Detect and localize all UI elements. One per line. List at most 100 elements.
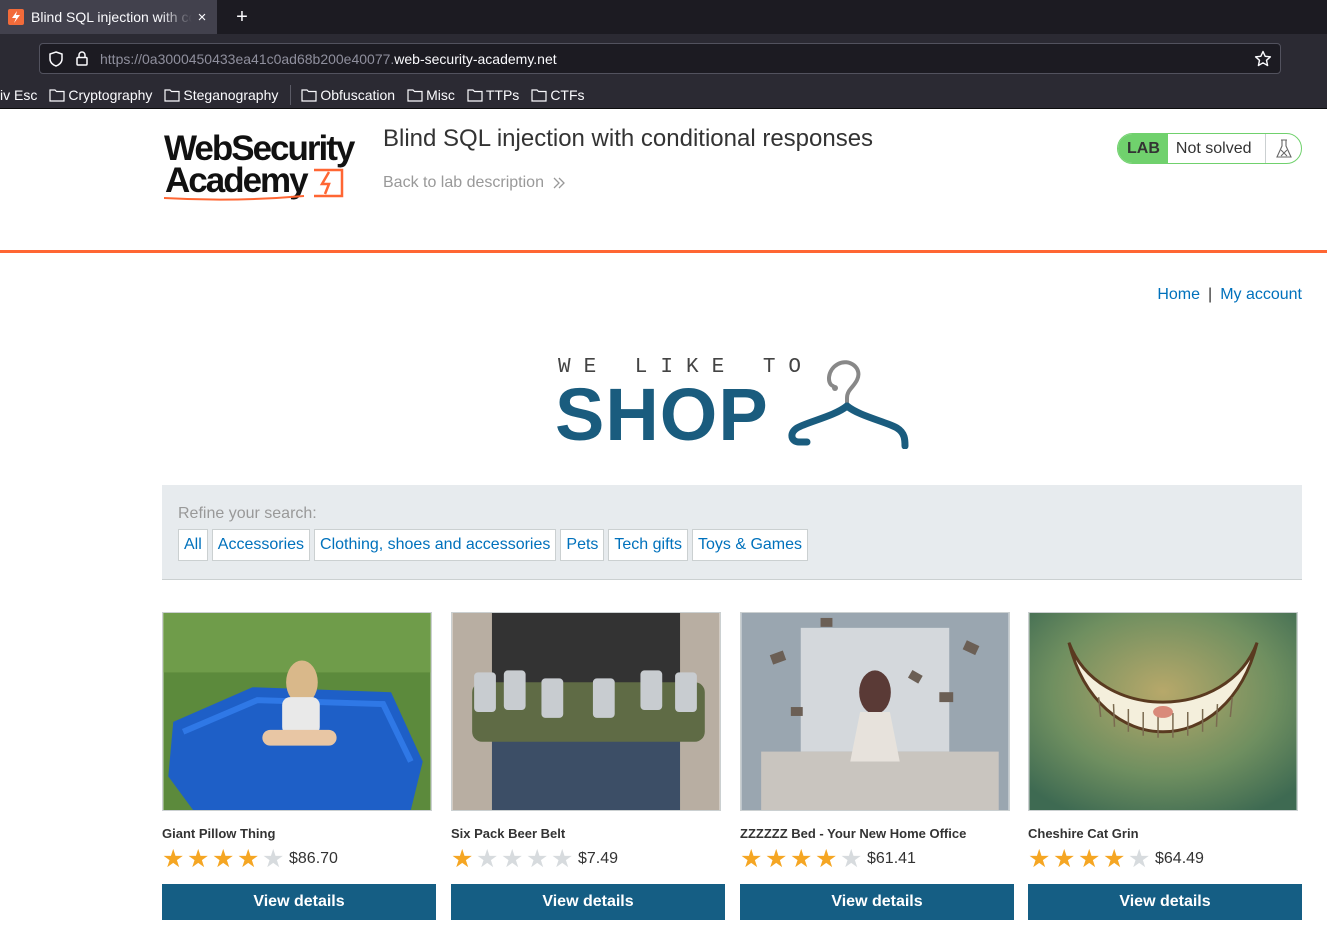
star-filled-icon: ★ [1028, 845, 1051, 873]
star-filled-icon: ★ [765, 845, 788, 873]
lab-status-widget: LAB Not solved [1117, 133, 1302, 164]
star-filled-icon: ★ [451, 845, 474, 873]
star-empty-icon: ★ [476, 845, 499, 873]
view-details-button[interactable]: View details [451, 884, 725, 920]
lock-icon[interactable] [74, 51, 90, 67]
bookmark-label: Steganography [183, 87, 279, 103]
browser-tab-bar: Blind SQL injection with conditional res… [0, 0, 1327, 34]
new-tab-button[interactable]: + [232, 5, 252, 29]
product-card: Giant Pillow Thing ★ ★ ★ ★ ★ $86.70 View det… [162, 612, 436, 920]
cheshire-cat-image[interactable] [1028, 612, 1298, 811]
star-empty-icon: ★ [551, 845, 574, 873]
lab-badge: LAB [1118, 134, 1168, 163]
folder-icon [467, 89, 483, 102]
bookmark-misc[interactable]: Misc [407, 87, 455, 103]
star-filled-icon: ★ [790, 845, 813, 873]
star-empty-icon: ★ [526, 845, 549, 873]
shop-banner: WE LIKE TO SHOP [555, 352, 910, 452]
view-details-button[interactable]: View details [740, 884, 1014, 920]
bookmark-star-icon[interactable] [1254, 50, 1272, 68]
bookmark-label: TTPs [485, 87, 520, 103]
product-name: ZZZZZZ Bed - Your New Home Office [740, 826, 967, 841]
product-name: Cheshire Cat Grin [1028, 826, 1139, 841]
star-filled-icon: ★ [740, 845, 763, 873]
bookmark-ctfs[interactable]: CTFs [531, 87, 585, 103]
shield-icon[interactable] [48, 50, 64, 67]
product-card: Six Pack Beer Belt ★ ★ ★ ★ ★ $7.49 View deta… [451, 612, 725, 920]
filter-clothing[interactable]: Clothing, shoes and accessories [314, 529, 557, 561]
star-filled-icon: ★ [1103, 845, 1126, 873]
product-name: Six Pack Beer Belt [451, 826, 566, 841]
back-link-label: Back to lab description [383, 174, 544, 191]
star-empty-icon: ★ [501, 845, 524, 873]
bookmark-cryptography[interactable]: Cryptography [49, 87, 152, 103]
top-nav: Home | My account [1157, 286, 1302, 304]
nav-separator: | [1208, 286, 1213, 303]
filter-label: Refine your search: [178, 505, 317, 522]
filter-tech-gifts[interactable]: Tech gifts [608, 529, 688, 561]
filter-accessories[interactable]: Accessories [211, 529, 311, 561]
product-rating-row: ★ ★ ★ ★ ★ $7.49 [451, 846, 725, 872]
product-card: ZZZZZZ Bed - Your New Home Office ★ ★ ★ ★ ★ … [740, 612, 1014, 920]
folder-icon [301, 89, 317, 102]
product-price: $86.70 [289, 850, 338, 867]
zzzzzz-bed-image[interactable] [740, 612, 1010, 811]
back-to-lab-link[interactable]: Back to lab description [383, 174, 566, 192]
url-text[interactable]: https://0a3000450433ea41c0ad68b200e40077… [100, 51, 557, 67]
product-price: $61.41 [867, 850, 916, 867]
url-prefix: https://0a3000450433ea41c0ad68b200e40077… [100, 50, 395, 67]
double-chevron-right-icon [553, 177, 565, 189]
product-rating-row: ★ ★ ★ ★ ★ $61.41 [740, 846, 1014, 872]
home-link[interactable]: Home [1157, 286, 1200, 304]
giant-pillow-image[interactable] [162, 612, 432, 811]
my-account-link[interactable]: My account [1220, 286, 1302, 304]
bookmark-label: Misc [426, 87, 455, 103]
bookmark-label: CTFs [550, 87, 585, 103]
url-bar[interactable]: https://0a3000450433ea41c0ad68b200e40077… [39, 43, 1281, 74]
bookmark-separator [290, 85, 292, 105]
filter-all[interactable]: All [178, 529, 208, 561]
web-security-academy-logo[interactable]: WebSecurity Academy [163, 129, 364, 202]
bookmark-obfuscation[interactable]: Obfuscation [301, 87, 395, 103]
star-empty-icon: ★ [840, 845, 863, 873]
hanger-icon [788, 360, 909, 449]
folder-icon [164, 89, 180, 102]
lab-status-text: Not solved [1175, 139, 1252, 157]
bookmark-ttps[interactable]: TTPs [467, 87, 519, 103]
star-filled-icon: ★ [815, 845, 838, 873]
filter-pets[interactable]: Pets [560, 529, 605, 561]
logo-line2: Academy [165, 161, 309, 200]
filter-panel: Refine your search: All Accessories Clot… [162, 485, 1302, 580]
star-filled-icon: ★ [187, 845, 210, 873]
category-filters: All Accessories Clothing, shoes and acce… [178, 529, 809, 561]
star-filled-icon: ★ [1053, 845, 1076, 873]
bookmark-label: Obfuscation [320, 87, 396, 103]
product-card: Cheshire Cat Grin ★ ★ ★ ★ ★ $64.49 View deta… [1028, 612, 1302, 920]
product-rating-row: ★ ★ ★ ★ ★ $64.49 [1028, 846, 1302, 872]
product-rating-row: ★ ★ ★ ★ ★ $86.70 [162, 846, 436, 872]
star-filled-icon: ★ [1078, 845, 1101, 873]
star-filled-icon: ★ [237, 845, 260, 873]
folder-icon [531, 89, 547, 102]
bookmark-steganography[interactable]: Steganography [164, 87, 278, 103]
active-tab[interactable]: Blind SQL injection with conditional res… [0, 0, 217, 34]
filter-toys-games[interactable]: Toys & Games [692, 529, 809, 561]
bookmark-priv-esc[interactable]: iv Esc [0, 87, 37, 103]
product-grid: Giant Pillow Thing ★ ★ ★ ★ ★ $86.70 View det… [162, 612, 1302, 922]
star-filled-icon: ★ [162, 845, 185, 873]
close-tab-icon[interactable]: × [195, 9, 209, 26]
beer-belt-image[interactable] [451, 612, 721, 811]
star-rating: ★ ★ ★ ★ ★ [451, 845, 576, 873]
banner-title: SHOP [555, 373, 769, 456]
star-empty-icon: ★ [262, 845, 285, 873]
view-details-button[interactable]: View details [1028, 884, 1302, 920]
star-filled-icon: ★ [212, 845, 235, 873]
flask-icon [1265, 134, 1301, 163]
star-empty-icon: ★ [1128, 845, 1151, 873]
lightning-icon [8, 9, 24, 25]
product-name: Giant Pillow Thing [162, 826, 276, 841]
folder-icon [407, 89, 423, 102]
view-details-button[interactable]: View details [162, 884, 436, 920]
tab-title: Blind SQL injection with conditional res… [31, 9, 192, 25]
product-price: $64.49 [1155, 850, 1204, 867]
